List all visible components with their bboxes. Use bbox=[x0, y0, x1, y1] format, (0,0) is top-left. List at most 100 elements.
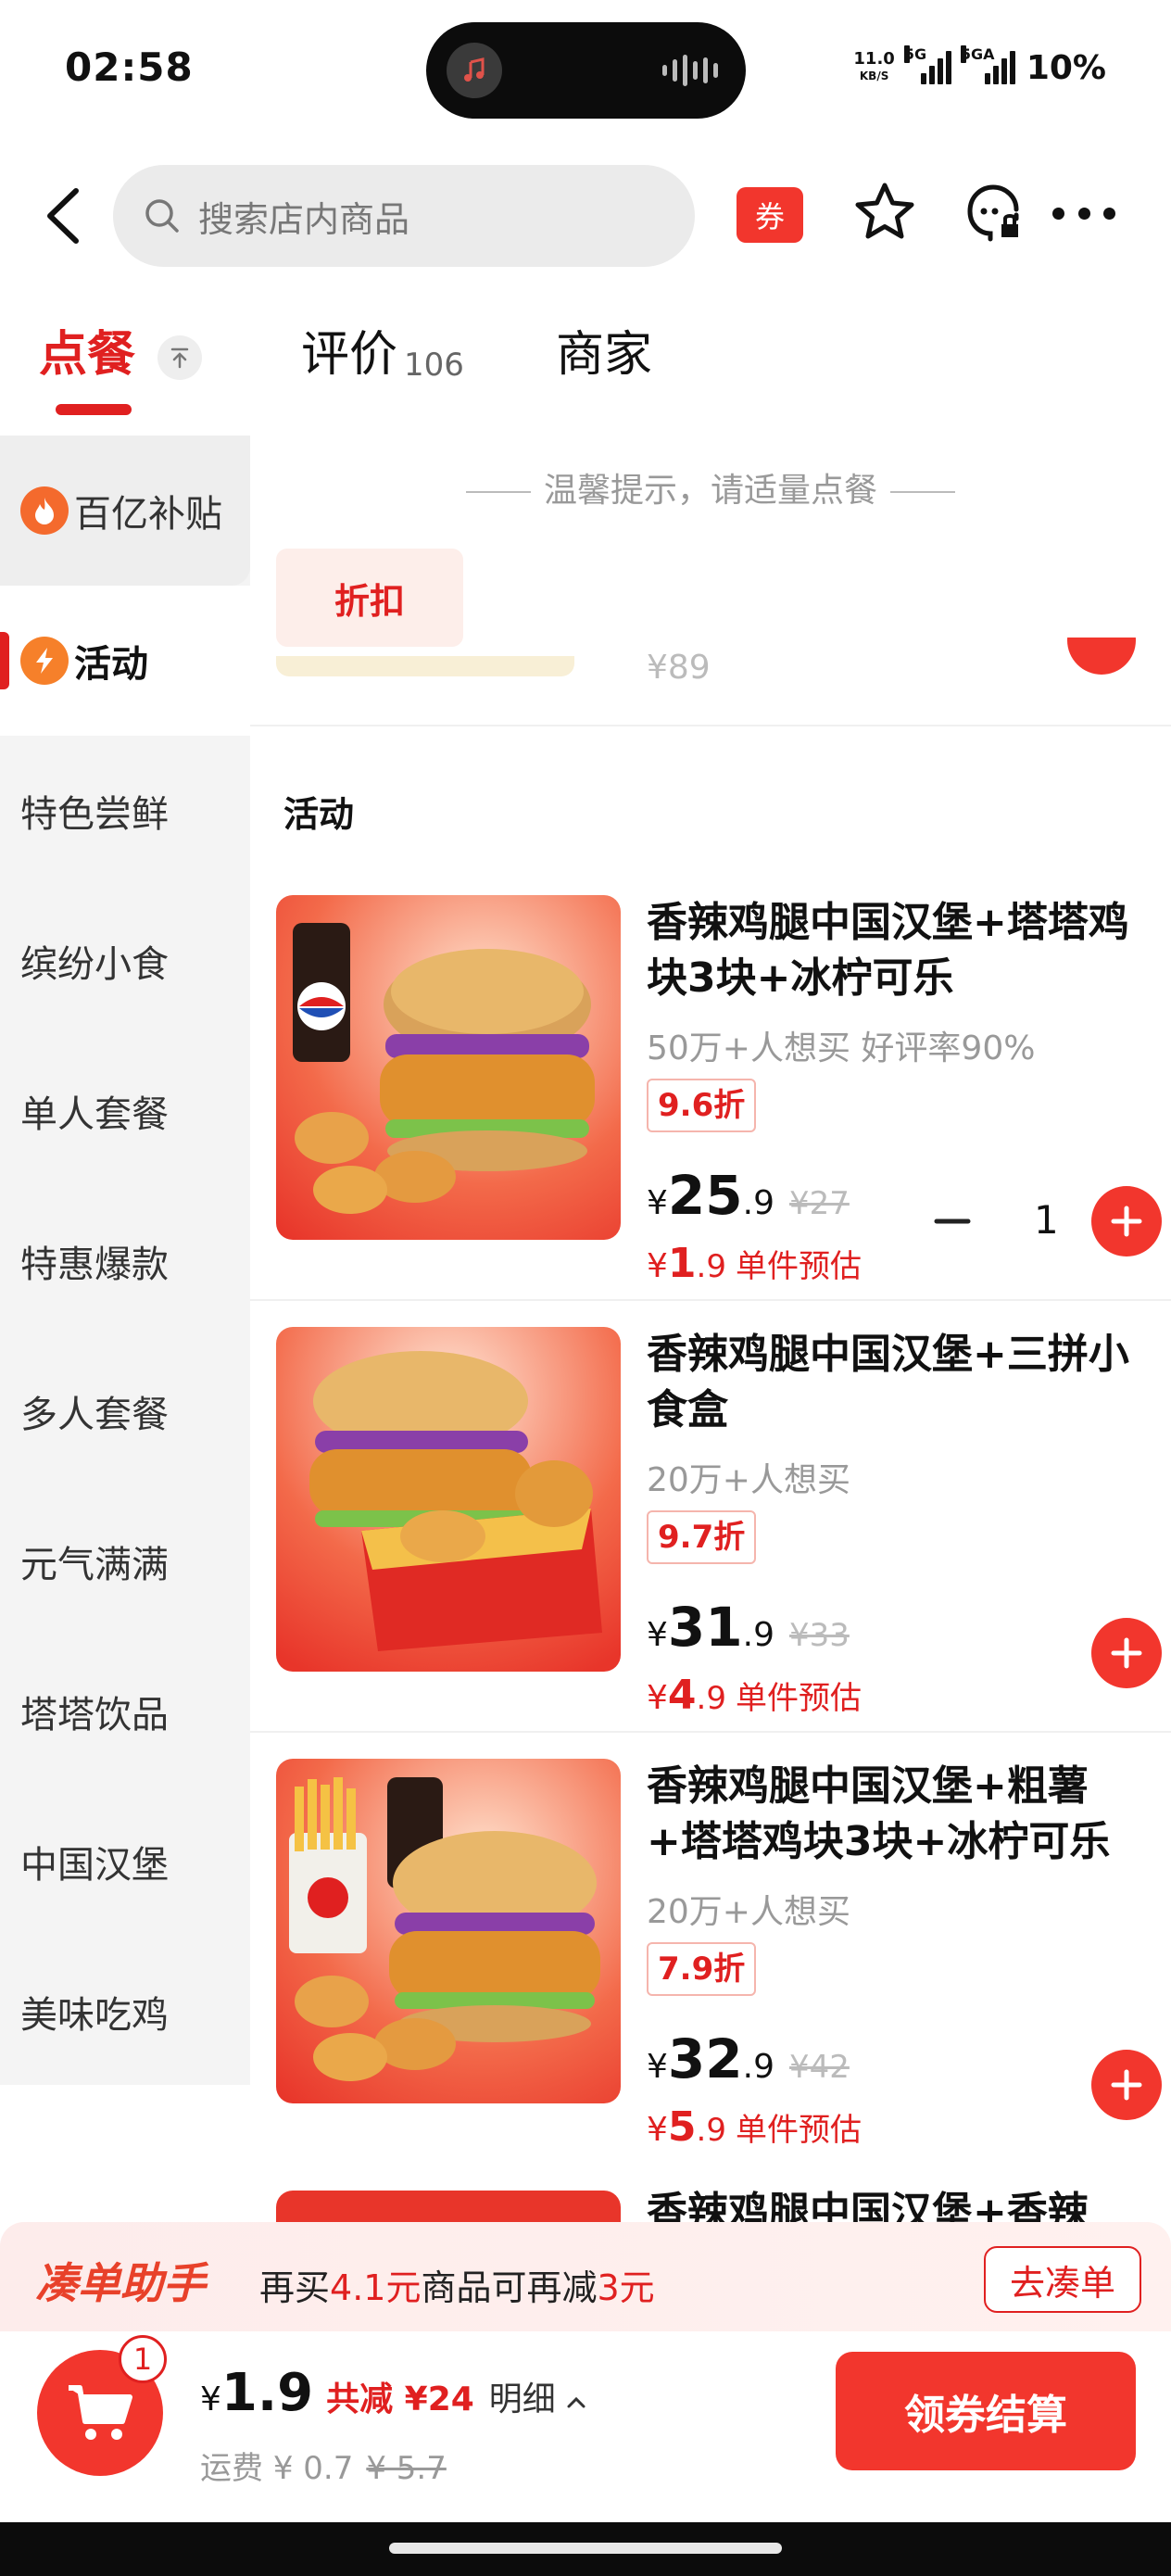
store-tabs: 点餐 评价 106 商家 bbox=[0, 315, 1171, 426]
product-name: 香辣鸡腿中国汉堡+粗薯+塔塔鸡块3块+冰柠可乐 bbox=[647, 1762, 1111, 1865]
signal-5g-icon: 5G bbox=[903, 45, 951, 84]
sidebar-item-burgers[interactable]: 中国汉堡 bbox=[0, 1787, 250, 1937]
home-indicator[interactable] bbox=[389, 2543, 782, 2554]
product-card[interactable]: 香辣鸡腿中国汉堡+粗薯+塔塔鸡块3块+冰柠可乐 20万+人想买 7.9折 ¥32… bbox=[276, 1759, 1171, 2191]
more-button[interactable] bbox=[1047, 195, 1121, 232]
estimated-price: ¥5.9 单件预估 bbox=[647, 2103, 862, 2151]
add-to-cart-button[interactable] bbox=[1091, 1618, 1162, 1688]
sidebar-item-label: 缤纷小食 bbox=[20, 943, 169, 986]
product-sales: 20万+人想买 bbox=[647, 1893, 850, 1931]
sidebar-item-group-meal[interactable]: 多人套餐 bbox=[0, 1336, 250, 1486]
dot bbox=[1052, 207, 1064, 220]
sidebar-item-drinks[interactable]: 塔塔饮品 bbox=[0, 1636, 250, 1787]
plus-icon bbox=[1111, 1637, 1142, 1669]
dot bbox=[1077, 207, 1090, 220]
sidebar-item-label: 单人套餐 bbox=[20, 1093, 169, 1136]
favorite-button[interactable] bbox=[850, 178, 919, 246]
status-bar: 02:58 11.0 KB/S 5G 5GA 10% bbox=[0, 0, 1171, 139]
sidebar-item-single-meal[interactable]: 单人套餐 bbox=[0, 1036, 250, 1186]
addon-button[interactable]: 去凑单 bbox=[984, 2246, 1141, 2313]
sidebar-item-label: 美味吃鸡 bbox=[20, 1994, 169, 2037]
sidebar-item-snacks[interactable]: 缤纷小食 bbox=[0, 886, 250, 1036]
price-detail-toggle[interactable]: 明细 bbox=[489, 2372, 586, 2420]
tab-order[interactable]: 点餐 bbox=[39, 315, 135, 385]
customer-service-button[interactable] bbox=[959, 178, 1027, 246]
discount-badge: 9.7折 bbox=[647, 1510, 757, 1564]
sidebar-item-label: 多人套餐 bbox=[20, 1394, 169, 1436]
previous-add-button[interactable] bbox=[1067, 638, 1136, 675]
sidebar-item-label: 活动 bbox=[74, 643, 148, 686]
store-header: 搜索店内商品 券 bbox=[0, 158, 1171, 273]
signal-5ga-icon: 5GA bbox=[960, 45, 1015, 84]
divider bbox=[250, 725, 1171, 726]
audio-wave-icon bbox=[662, 54, 718, 87]
sidebar-item-activity[interactable]: 活动 bbox=[0, 586, 250, 736]
home-indicator-area bbox=[0, 2522, 1171, 2576]
dynamic-island[interactable] bbox=[426, 22, 746, 119]
sidebar-item-chicken[interactable]: 美味吃鸡 bbox=[0, 1937, 250, 2087]
dot bbox=[1103, 207, 1115, 220]
chat-icon bbox=[967, 184, 1019, 242]
product-card[interactable]: 香辣鸡腿中国汉堡+香辣 bbox=[276, 2189, 1171, 2224]
sidebar-item-label: 特色尝鲜 bbox=[20, 793, 169, 836]
net-speed: 11.0 KB/S bbox=[853, 49, 895, 83]
back-arrow-icon bbox=[47, 188, 79, 244]
discount-filter-chip[interactable]: 折扣 bbox=[276, 549, 463, 647]
notice-banner: 温馨提示，请适量点餐 bbox=[250, 463, 1171, 511]
sidebar-item-label: 特惠爆款 bbox=[20, 1244, 169, 1286]
checkout-bar: 1 ¥1.9 共减 ¥24 明细 运费 ¥ 0.7 ¥ 5.7 领券结算 bbox=[0, 2331, 1171, 2522]
checkout-button[interactable]: 领券结算 bbox=[836, 2352, 1136, 2470]
coupon-icon: 券 bbox=[737, 187, 803, 243]
sidebar-item-label: 中国汉堡 bbox=[20, 1844, 169, 1887]
sidebar-item-new[interactable]: 特色尝鲜 bbox=[0, 736, 250, 886]
product-image bbox=[276, 1759, 621, 2103]
sidebar-item-label: 元气满满 bbox=[20, 1544, 169, 1586]
product-image bbox=[276, 2191, 621, 2224]
previous-product-price: ¥89 bbox=[647, 649, 711, 687]
original-price: ¥42 bbox=[788, 2049, 850, 2086]
sidebar-item-energy[interactable]: 元气满满 bbox=[0, 1486, 250, 1636]
product-card[interactable]: 香辣鸡腿中国汉堡+塔塔鸡块3块+冰柠可乐 50万+人想买 好评率90% 9.6折… bbox=[276, 895, 1171, 1327]
original-price: ¥33 bbox=[788, 1617, 850, 1654]
product-price: ¥32.9 ¥42 bbox=[647, 2027, 850, 2090]
coupon-button[interactable]: 券 bbox=[737, 187, 803, 243]
tab-reviews[interactable]: 评价 bbox=[301, 315, 397, 385]
product-image bbox=[276, 895, 621, 1240]
search-input[interactable]: 搜索店内商品 bbox=[113, 165, 695, 267]
product-name: 香辣鸡腿中国汉堡+三拼小食盒 bbox=[647, 1331, 1129, 1433]
estimated-price: ¥4.9 单件预估 bbox=[647, 1672, 862, 1719]
discount-badge: 7.9折 bbox=[647, 1942, 757, 1996]
product-price: ¥31.9 ¥33 bbox=[647, 1596, 850, 1659]
cart-total: ¥1.9 共减 ¥24 明细 bbox=[200, 2363, 586, 2423]
delivery-fee: 运费 ¥ 0.7 ¥ 5.7 bbox=[200, 2450, 447, 2487]
product-list: 温馨提示，请适量点餐 折扣 ¥89 活动 香辣鸡腿中国汉堡+塔塔鸡块3块+冰柠可… bbox=[250, 436, 1171, 2224]
previous-product-image bbox=[276, 656, 574, 676]
cart-icon bbox=[69, 2385, 132, 2440]
battery-level: 10% bbox=[1026, 48, 1106, 87]
add-to-cart-button[interactable] bbox=[1091, 2050, 1162, 2120]
add-to-cart-button[interactable] bbox=[1091, 1186, 1162, 1256]
discount-badge: 9.6折 bbox=[647, 1079, 757, 1132]
product-name: 香辣鸡腿中国汉堡+塔塔鸡块3块+冰柠可乐 bbox=[647, 899, 1129, 1002]
status-time: 02:58 bbox=[65, 44, 194, 90]
music-icon bbox=[447, 43, 502, 98]
back-button[interactable] bbox=[37, 183, 93, 248]
sidebar-item-subsidy[interactable]: 百亿补贴 bbox=[0, 436, 250, 586]
decrease-quantity-button[interactable] bbox=[917, 1186, 988, 1256]
tab-merchant[interactable]: 商家 bbox=[556, 315, 652, 385]
search-placeholder: 搜索店内商品 bbox=[198, 198, 410, 240]
sidebar-item-deals[interactable]: 特惠爆款 bbox=[0, 1186, 250, 1336]
search-icon bbox=[145, 199, 179, 233]
plus-icon bbox=[1111, 1206, 1142, 1237]
category-sidebar: 百亿补贴 活动 特色尝鲜 缤纷小食 单人套餐 特惠爆款 多人套餐 元气满满 塔塔… bbox=[0, 436, 250, 2085]
flame-icon bbox=[20, 486, 69, 535]
product-card[interactable]: 香辣鸡腿中国汉堡+三拼小食盒 20万+人想买 9.7折 ¥31.9 ¥33 ¥4.… bbox=[276, 1327, 1171, 1759]
status-indicators: 11.0 KB/S 5G 5GA 10% bbox=[853, 44, 1106, 91]
minus-icon bbox=[934, 1219, 971, 1224]
addon-helper-text: 再买4.1元商品可再减3元 bbox=[259, 2267, 655, 2308]
sidebar-item-label: 塔塔饮品 bbox=[20, 1694, 169, 1736]
divider bbox=[250, 1731, 1171, 1733]
divider bbox=[250, 1299, 1171, 1301]
original-delivery-fee: ¥ 5.7 bbox=[366, 2450, 447, 2487]
collapse-icon[interactable] bbox=[157, 335, 202, 380]
